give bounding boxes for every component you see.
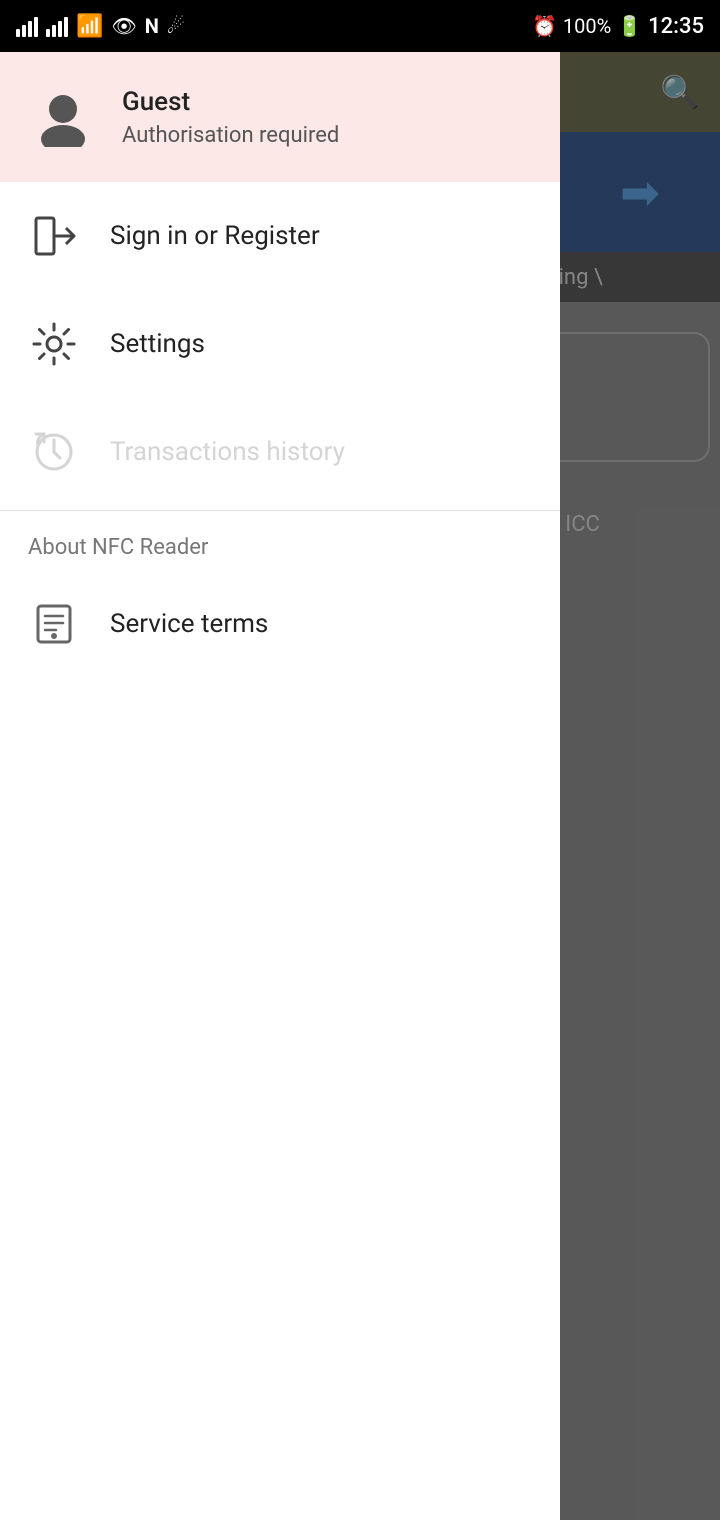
signal-icon-1 [16,15,38,37]
status-bar-left: 📶 👁 N ☄ [16,14,185,39]
history-icon [28,426,80,478]
user-name: Guest [122,87,339,117]
alarm-icon: ⏰ [532,14,557,38]
user-info: Guest Authorisation required [122,87,339,148]
menu-item-transactions: Transactions history [0,398,560,506]
usb-icon: ☄ [167,14,185,38]
time-display: 12:35 [648,14,704,39]
menu-item-settings[interactable]: Settings [0,290,560,398]
user-subtitle: Authorisation required [122,123,339,148]
settings-icon [28,318,80,370]
battery-icon: 🔋 [617,14,642,38]
info-icon [28,598,80,650]
menu-list: Sign in or Register Settings [0,182,560,1520]
status-bar-right: ⏰ 100% 🔋 12:35 [532,14,704,39]
settings-label: Settings [110,329,205,359]
menu-divider [0,510,560,511]
signin-label: Sign in or Register [110,221,320,251]
battery-text: 100% [563,14,611,38]
transactions-label: Transactions history [110,437,345,467]
service-terms-label: Service terms [110,609,268,639]
user-header: Guest Authorisation required [0,52,560,182]
eye-icon: 👁 [111,14,136,38]
menu-item-service-terms[interactable]: Service terms [0,570,560,678]
status-bar: 📶 👁 N ☄ ⏰ 100% 🔋 12:35 [0,0,720,52]
avatar [28,82,98,152]
signin-icon [28,210,80,262]
wifi-icon: 📶 [76,14,103,39]
section-header-about: About NFC Reader [0,515,560,570]
navigation-drawer: Guest Authorisation required Sign in or … [0,52,560,1520]
nfc-icon: N [145,14,159,38]
menu-item-signin[interactable]: Sign in or Register [0,182,560,290]
signal-icon-2 [46,15,68,37]
